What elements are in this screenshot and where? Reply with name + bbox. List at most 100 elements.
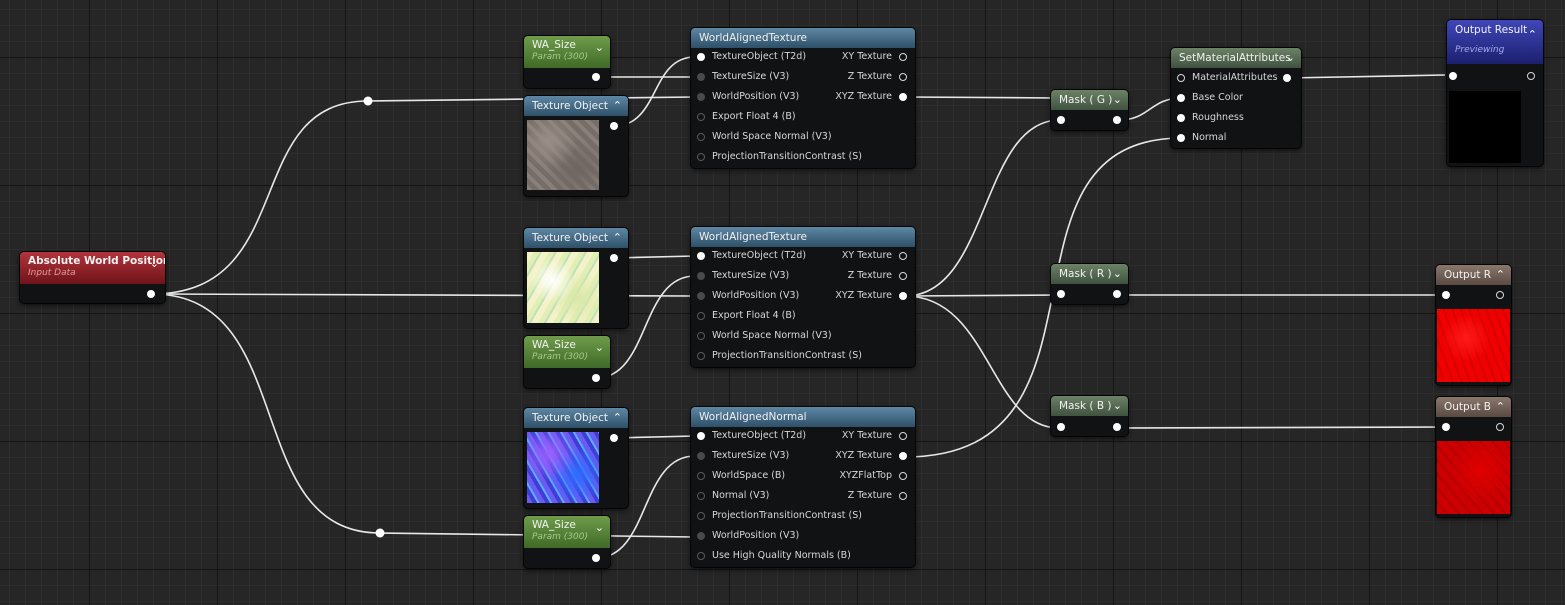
output-pin[interactable] (610, 434, 618, 442)
world-aligned-texture-node-2[interactable]: WorldAlignedTexture TextureObject (T2d) … (691, 227, 915, 367)
input-pin[interactable] (1449, 72, 1457, 80)
node-header[interactable]: SetMaterialAttributes ⌄ (1171, 48, 1301, 68)
output-result-node[interactable]: Output Result Previewing ⌃ (1447, 20, 1543, 166)
texture-object-node-3[interactable]: Texture Object ⌃ (524, 408, 628, 508)
output-b-node[interactable]: Output B ⌃ (1436, 397, 1511, 517)
output-pin[interactable] (1113, 290, 1121, 298)
input-pin[interactable] (1442, 291, 1450, 299)
chevron-down-icon[interactable]: ⌄ (595, 41, 604, 54)
mask-r-node[interactable]: Mask ( R ) ⌄ (1051, 264, 1128, 304)
input-pin[interactable] (697, 452, 705, 460)
output-pin[interactable] (899, 452, 907, 460)
chevron-up-icon[interactable]: ⌃ (613, 228, 622, 248)
input-pin[interactable] (697, 552, 705, 560)
input-pin-row[interactable]: Roughness (1177, 111, 1244, 125)
input-pin[interactable] (1177, 114, 1185, 122)
output-pin-row[interactable]: Z Texture (848, 70, 907, 84)
set-material-attributes-node[interactable]: SetMaterialAttributes ⌄ MaterialAttribut… (1171, 48, 1301, 148)
input-pin[interactable] (1057, 290, 1065, 298)
output-pin-row[interactable]: XYZFlatTop (839, 469, 907, 483)
output-pin[interactable] (899, 272, 907, 280)
chevron-down-icon[interactable]: ⌄ (1113, 264, 1122, 284)
chevron-up-icon[interactable]: ⌃ (613, 408, 622, 428)
input-pin-row[interactable]: WorldPosition (V3) (697, 289, 799, 303)
node-header[interactable]: Mask ( G ) ⌄ (1051, 90, 1128, 110)
node-header[interactable]: WorldAlignedNormal (691, 407, 915, 427)
input-pin-row[interactable]: ProjectionTransitionContrast (S) (697, 150, 862, 164)
input-pin-row[interactable]: World Space Normal (V3) (697, 130, 832, 144)
input-pin-row[interactable]: Base Color (1177, 91, 1243, 105)
input-pin[interactable] (697, 53, 705, 61)
output-pin[interactable] (147, 290, 155, 298)
input-pin[interactable] (697, 492, 705, 500)
node-header[interactable]: Output Result Previewing ⌃ (1447, 20, 1543, 64)
output-pin[interactable] (1113, 116, 1121, 124)
input-pin-row[interactable]: TextureSize (V3) (697, 269, 789, 283)
output-pin-row[interactable]: XYZ Texture (835, 289, 907, 303)
output-pin[interactable] (610, 254, 618, 262)
input-pin-row[interactable]: TextureObject (T2d) (697, 50, 806, 64)
input-pin-row[interactable]: Export Float 4 (B) (697, 110, 796, 124)
input-pin[interactable] (697, 532, 705, 540)
input-pin[interactable] (697, 332, 705, 340)
chevron-down-icon[interactable]: ⌄ (150, 257, 159, 270)
chevron-up-icon[interactable]: ⌃ (1496, 397, 1505, 417)
world-aligned-normal-node[interactable]: WorldAlignedNormal TextureObject (T2d) T… (691, 407, 915, 567)
output-pin[interactable] (1527, 72, 1535, 80)
input-pin[interactable] (1177, 94, 1185, 102)
output-pin-row[interactable]: XY Texture (842, 429, 907, 443)
chevron-down-icon[interactable]: ⌄ (1113, 90, 1122, 110)
input-pin[interactable] (697, 73, 705, 81)
input-pin[interactable] (697, 292, 705, 300)
input-pin-row[interactable]: Normal (V3) (697, 489, 769, 503)
node-header[interactable]: WorldAlignedTexture (691, 227, 915, 247)
output-pin[interactable] (592, 73, 600, 81)
output-pin[interactable] (592, 374, 600, 382)
input-pin[interactable] (1177, 134, 1185, 142)
input-pin[interactable] (697, 113, 705, 121)
output-pin[interactable] (1496, 423, 1504, 431)
wa-size-param-node-mid[interactable]: WA_Size Param (300) ⌄ (524, 336, 610, 388)
input-pin[interactable] (1177, 74, 1185, 82)
output-pin-row[interactable]: Z Texture (848, 269, 907, 283)
output-pin-row[interactable]: XYZ Texture (835, 90, 907, 104)
node-header[interactable]: WA_Size Param (300) ⌄ (524, 336, 610, 368)
output-pin-row[interactable]: XY Texture (842, 50, 907, 64)
node-header[interactable]: Texture Object ⌃ (524, 228, 628, 248)
input-pin[interactable] (697, 472, 705, 480)
output-pin[interactable] (1496, 291, 1504, 299)
input-pin-row[interactable]: Use High Quality Normals (B) (697, 549, 851, 563)
input-pin[interactable] (697, 312, 705, 320)
input-pin[interactable] (697, 352, 705, 360)
input-pin[interactable] (1057, 423, 1065, 431)
node-header[interactable]: WorldAlignedTexture (691, 28, 915, 48)
output-pin-row[interactable]: XY Texture (842, 249, 907, 263)
chevron-up-icon[interactable]: ⌃ (1496, 265, 1505, 285)
output-pin[interactable] (899, 73, 907, 81)
input-pin[interactable] (697, 252, 705, 260)
node-header[interactable]: Mask ( R ) ⌄ (1051, 264, 1128, 284)
node-header[interactable]: WA_Size Param (300) ⌄ (524, 516, 610, 548)
world-aligned-texture-node-1[interactable]: WorldAlignedTexture TextureObject (T2d) … (691, 28, 915, 168)
output-pin[interactable] (899, 252, 907, 260)
node-header[interactable]: WA_Size Param (300) ⌄ (524, 36, 610, 68)
output-pin[interactable] (899, 472, 907, 480)
output-pin[interactable] (899, 492, 907, 500)
chevron-down-icon[interactable]: ⌄ (595, 521, 604, 534)
input-pin-row[interactable]: WorldSpace (B) (697, 469, 785, 483)
node-header[interactable]: Texture Object ⌃ (524, 96, 628, 116)
node-header[interactable]: Output B ⌃ (1436, 397, 1511, 417)
output-pin[interactable] (899, 93, 907, 101)
output-pin[interactable] (899, 292, 907, 300)
chevron-down-icon[interactable]: ⌄ (1113, 396, 1122, 416)
input-pin-row[interactable]: Export Float 4 (B) (697, 309, 796, 323)
absolute-world-position-node[interactable]: Absolute World Position Input Data ⌄ (20, 252, 165, 303)
input-pin-row[interactable]: TextureSize (V3) (697, 449, 789, 463)
chevron-down-icon[interactable]: ⌄ (1286, 48, 1295, 68)
wa-size-param-node-top[interactable]: WA_Size Param (300) ⌄ (524, 36, 610, 88)
input-pin-row[interactable]: TextureSize (V3) (697, 70, 789, 84)
input-pin-row[interactable]: Normal (1177, 131, 1226, 145)
input-pin[interactable] (697, 93, 705, 101)
texture-object-node-1[interactable]: Texture Object ⌃ (524, 96, 628, 196)
input-pin[interactable] (697, 133, 705, 141)
